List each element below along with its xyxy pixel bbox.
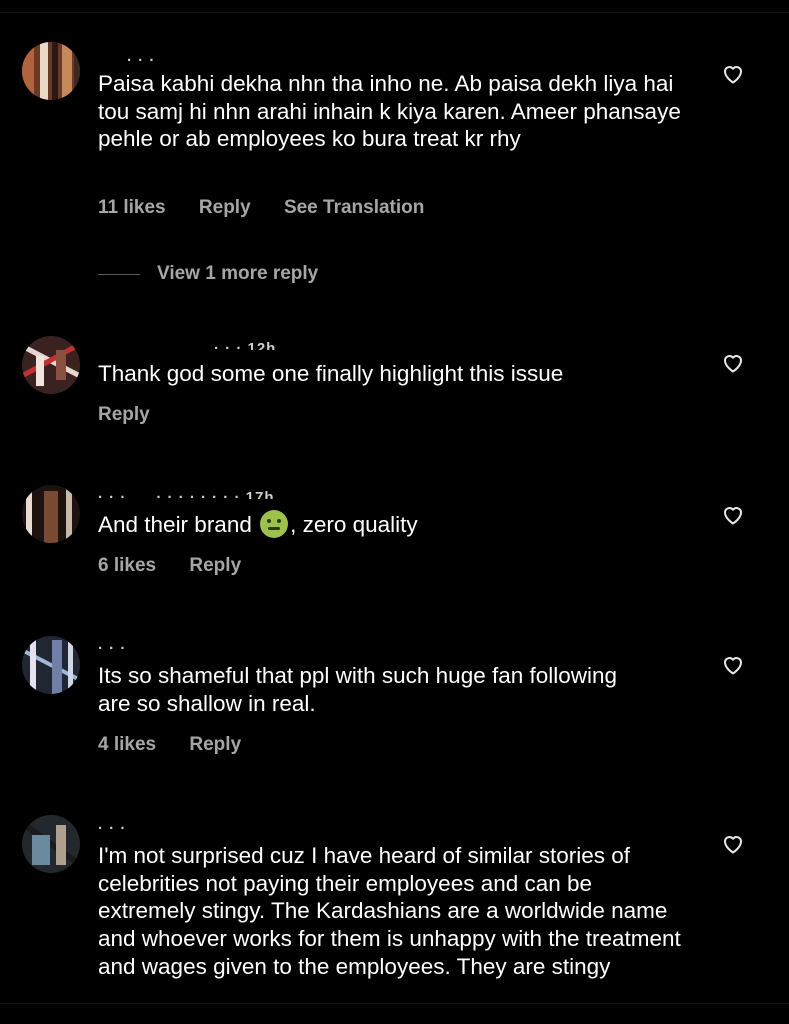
- likes-count[interactable]: 11 likes: [98, 197, 166, 219]
- nauseated-face-icon: [260, 510, 289, 538]
- username[interactable]: · · · 12h: [214, 338, 276, 350]
- comment-meta: 6 likes Reply: [98, 555, 241, 577]
- heart-icon[interactable]: [721, 653, 745, 677]
- comment-text: I'm not surprised cuz I have heard of si…: [98, 843, 681, 979]
- avatar[interactable]: [22, 336, 80, 394]
- heart-icon[interactable]: [721, 62, 745, 86]
- heart-icon[interactable]: [721, 503, 745, 527]
- username[interactable]: · · ·: [98, 638, 126, 650]
- comment-meta: 4 likes Reply: [98, 734, 241, 756]
- heart-icon[interactable]: [721, 832, 745, 856]
- see-translation-button[interactable]: See Translation: [284, 197, 424, 219]
- reply-button[interactable]: Reply: [189, 555, 241, 577]
- likes-count[interactable]: 6 likes: [98, 555, 156, 577]
- bottom-divider: [0, 1003, 789, 1004]
- username[interactable]: · · ·: [98, 818, 126, 830]
- username[interactable]: · · · _ . · · · · · · · · 17h: [98, 487, 274, 499]
- comment-text: Its so shameful that ppl with such huge …: [98, 663, 618, 716]
- reply-button[interactable]: Reply: [98, 404, 150, 426]
- comment-meta: 11 likes Reply See Translation: [98, 197, 424, 219]
- reply-button[interactable]: Reply: [199, 197, 251, 219]
- comment-text: And their brand , zero quality: [98, 510, 688, 539]
- username[interactable]: _ _ · · ·: [98, 50, 155, 62]
- replies-divider: [98, 274, 140, 275]
- bottom-edge: [0, 1004, 789, 1024]
- avatar[interactable]: [22, 42, 80, 100]
- avatar[interactable]: [22, 815, 80, 873]
- comment-text-end: , zero quality: [290, 512, 418, 537]
- comment-text-start: And their brand: [98, 512, 259, 537]
- comment-text: Paisa kabhi dekha nhn tha inho ne. Ab pa…: [98, 71, 681, 152]
- avatar[interactable]: [22, 485, 80, 543]
- comment-meta: Reply: [98, 404, 150, 426]
- top-divider: [0, 12, 789, 13]
- avatar[interactable]: [22, 636, 80, 694]
- heart-icon[interactable]: [721, 351, 745, 375]
- likes-count[interactable]: 4 likes: [98, 734, 156, 756]
- view-more-replies-label: View 1 more reply: [157, 263, 319, 284]
- reply-button[interactable]: Reply: [189, 734, 241, 756]
- comment-text: Thank god some one finally highlight thi…: [98, 361, 564, 386]
